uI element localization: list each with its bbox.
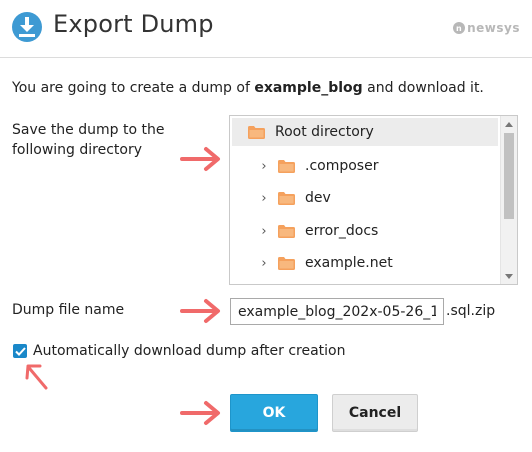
tree-item-label: .composer xyxy=(305,158,379,174)
tree-item[interactable]: › .composer xyxy=(256,152,378,180)
checkmark-icon xyxy=(14,346,26,356)
tree-item-label: example.net xyxy=(305,255,393,271)
chevron-right-icon[interactable]: › xyxy=(256,256,272,271)
annotation-arrow-icon xyxy=(180,401,220,425)
directory-tree[interactable]: Root directory › .composer › dev › error… xyxy=(229,115,518,285)
file-name-input[interactable] xyxy=(230,298,444,325)
tree-item-label: dev xyxy=(305,190,331,206)
tree-item-label: error_docs xyxy=(305,223,379,239)
tree-item[interactable]: › error_docs xyxy=(256,217,378,245)
tree-item-root[interactable]: Root directory xyxy=(232,118,498,146)
cancel-button[interactable]: Cancel xyxy=(332,394,418,432)
tree-scrollbar[interactable] xyxy=(500,116,517,284)
folder-icon xyxy=(248,125,265,139)
tree-item-label: Root directory xyxy=(275,124,374,140)
file-name-label: Dump file name xyxy=(12,302,125,318)
export-dump-dialog: Export Dump n newsys You are going to cr… xyxy=(0,0,532,452)
annotation-arrow-icon xyxy=(180,299,220,323)
watermark-text: newsys xyxy=(467,21,520,35)
chevron-right-icon[interactable]: › xyxy=(256,224,272,239)
tree-item[interactable]: › dev xyxy=(256,184,331,212)
folder-icon xyxy=(278,191,295,205)
dialog-header: Export Dump n newsys xyxy=(0,0,532,57)
folder-icon xyxy=(278,256,295,270)
chevron-right-icon[interactable]: › xyxy=(256,191,272,206)
intro-prefix: You are going to create a dump of xyxy=(12,80,255,96)
auto-download-checkbox[interactable] xyxy=(13,344,27,358)
watermark-logo-icon: n xyxy=(453,22,466,34)
scrollbar-thumb[interactable] xyxy=(504,133,514,219)
annotation-arrow-icon xyxy=(25,364,48,390)
file-extension: .sql.zip xyxy=(446,303,496,319)
intro-suffix: and download it. xyxy=(362,80,484,96)
watermark: n newsys xyxy=(453,21,520,35)
chevron-right-icon[interactable]: › xyxy=(256,159,272,174)
annotation-arrow-icon xyxy=(180,147,220,171)
folder-icon xyxy=(278,159,295,173)
directory-label: Save the dump to the following directory xyxy=(12,122,165,158)
tree-item[interactable]: › example.net xyxy=(256,249,393,277)
auto-download-label[interactable]: Automatically download dump after creati… xyxy=(33,343,346,359)
ok-button[interactable]: OK xyxy=(230,394,318,432)
download-icon xyxy=(12,12,42,42)
dialog-title: Export Dump xyxy=(53,10,214,38)
scroll-down-icon[interactable] xyxy=(501,268,517,284)
header-divider xyxy=(0,57,532,58)
database-name: example_blog xyxy=(254,80,363,96)
scroll-up-icon[interactable] xyxy=(501,116,517,132)
folder-icon xyxy=(278,224,295,238)
intro-text: You are going to create a dump of exampl… xyxy=(12,80,484,96)
